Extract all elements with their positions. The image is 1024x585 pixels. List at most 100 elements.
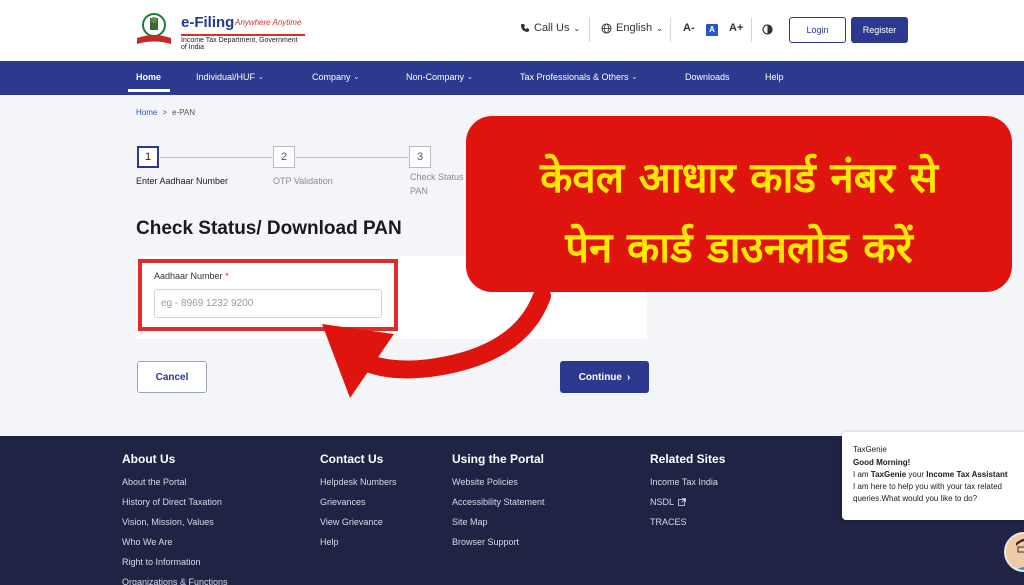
footer-link[interactable]: Helpdesk Numbers [320, 477, 397, 487]
footer-link[interactable]: TRACES [650, 517, 725, 527]
footer-column-related: Related Sites Income Tax India NSDL TRAC… [650, 452, 725, 537]
header-divider [670, 18, 671, 42]
step-1-label: Enter Aadhaar Number [136, 176, 229, 186]
chevron-down-icon: ⌄ [467, 74, 473, 81]
language-selector[interactable]: English ⌄ [601, 22, 663, 34]
footer-link[interactable]: View Grievance [320, 517, 397, 527]
chat-text: I am [853, 470, 871, 479]
breadcrumb-current: e-PAN [172, 108, 195, 117]
chevron-down-icon: ⌄ [353, 74, 360, 81]
nav-label: Home [136, 72, 162, 82]
chat-greeting: Good Morning! [853, 458, 911, 467]
step-3-label-line1: Check Status [410, 172, 464, 182]
chat-message-line: queries.What would you like to do? [853, 494, 978, 503]
logo-tagline: Anywhere Anytime [235, 18, 302, 27]
footer-heading: Contact Us [320, 452, 384, 466]
breadcrumb: Home > e-PAN [136, 108, 195, 117]
continue-button[interactable]: Continue › [560, 361, 649, 393]
nav-item-help[interactable]: Help [765, 72, 784, 82]
chat-bot-role: Income Tax Assistant [926, 470, 1008, 479]
footer-heading: Related Sites [650, 452, 726, 466]
step-connector [296, 157, 408, 158]
nav-item-tax-professionals[interactable]: Tax Professionals & Others ⌄ [520, 72, 637, 82]
footer-link[interactable]: Website Policies [452, 477, 545, 487]
font-decrease-button[interactable]: A- [683, 22, 695, 34]
footer-link[interactable]: Help [320, 537, 397, 547]
chat-text: your [906, 470, 927, 479]
call-us-menu[interactable]: Call Us ⌄ [520, 22, 580, 34]
globe-icon [601, 23, 612, 33]
external-link-icon [678, 498, 686, 506]
nav-label: Help [765, 72, 784, 82]
continue-label: Continue [578, 371, 622, 383]
contrast-icon[interactable] [762, 24, 773, 35]
required-marker: * [225, 271, 229, 281]
nav-item-non-company[interactable]: Non-Company ⌄ [406, 72, 473, 82]
chevron-down-icon: ⌄ [258, 74, 264, 81]
footer-link[interactable]: Grievances [320, 497, 397, 507]
step-1-indicator: 1 [137, 146, 159, 168]
footer-link[interactable]: Income Tax India [650, 477, 725, 487]
footer-link[interactable]: Right to Information [122, 557, 228, 567]
step-2-indicator: 2 [273, 146, 295, 168]
red-arrow-icon [322, 287, 551, 398]
footer-link-label: NSDL [650, 497, 675, 507]
promo-banner: केवल आधार कार्ड नंबर से पेन कार्ड डाउनलो… [466, 116, 1012, 292]
register-button[interactable]: Register [851, 17, 908, 43]
chevron-down-icon: ⌄ [656, 23, 663, 33]
step-connector [160, 157, 272, 158]
chat-message-line: I am TaxGenie your Income Tax Assistant [853, 470, 1024, 479]
top-header: e-Filing Anywhere Anytime Income Tax Dep… [0, 0, 1024, 61]
footer-link-nsdl[interactable]: NSDL [650, 497, 725, 507]
footer-heading: About Us [122, 452, 176, 466]
step-3-indicator: 3 [409, 146, 431, 168]
chevron-down-icon: ⌄ [631, 74, 638, 81]
nav-item-home[interactable]: Home [136, 72, 161, 82]
footer-link[interactable]: About the Portal [122, 477, 228, 487]
font-normal-button[interactable]: A [706, 24, 718, 36]
login-button[interactable]: Login [789, 17, 846, 43]
header-divider [589, 18, 590, 42]
nav-item-company[interactable]: Company ⌄ [312, 72, 359, 82]
footer-link[interactable]: Browser Support [452, 537, 545, 547]
breadcrumb-home-link[interactable]: Home [136, 108, 157, 117]
banner-line-2: पेन कार्ड डाउनलोड करें [565, 223, 913, 272]
nav-label: Individual/HUF [196, 72, 256, 82]
chevron-right-icon: › [626, 371, 631, 383]
footer-heading: Using the Portal [452, 452, 545, 466]
aadhaar-label-text: Aadhaar Number [154, 271, 223, 281]
efiling-logo[interactable]: e-Filing Anywhere Anytime Income Tax Dep… [135, 12, 305, 51]
footer-link[interactable]: Accessibility Statement [452, 497, 545, 507]
font-increase-button[interactable]: A+ [729, 22, 743, 34]
breadcrumb-separator: > [162, 108, 168, 117]
footer-column-portal: Using the Portal Website Policies Access… [452, 452, 545, 557]
emblem-icon [137, 13, 171, 44]
step-2-label: OTP Validation [273, 176, 333, 186]
nav-item-downloads[interactable]: Downloads [685, 72, 730, 82]
nav-label: Company [312, 72, 351, 82]
logo-subtitle: Income Tax Department, Government of Ind… [181, 34, 305, 51]
main-nav: Home Individual/HUF ⌄ Company ⌄ Non-Compan… [0, 61, 1024, 95]
cancel-button[interactable]: Cancel [137, 361, 207, 393]
chat-message-line: I am here to help you with your tax rela… [853, 482, 1002, 491]
chat-title: TaxGenie [853, 445, 887, 454]
banner-line-1: केवल आधार कार्ड नंबर से [540, 153, 938, 202]
taxgenie-chat-popup[interactable]: TaxGenie Good Morning! I am TaxGenie you… [842, 432, 1024, 520]
footer-link[interactable]: Organizations & Functions [122, 577, 228, 585]
call-us-label: Call Us [534, 22, 570, 34]
page-title: Check Status/ Download PAN [136, 218, 402, 239]
footer-link[interactable]: Vision, Mission, Values [122, 517, 228, 527]
footer-link[interactable]: Who We Are [122, 537, 228, 547]
footer-link[interactable]: History of Direct Taxation [122, 497, 228, 507]
footer-link[interactable]: Site Map [452, 517, 545, 527]
phone-icon [521, 24, 529, 32]
nav-item-individual-huf[interactable]: Individual/HUF ⌄ [196, 72, 264, 82]
chevron-down-icon: ⌄ [573, 23, 581, 33]
nav-label: Downloads [685, 72, 730, 82]
chat-bot-name: TaxGenie [870, 470, 907, 479]
logo-title: e-Filing [181, 14, 235, 31]
nav-label: Non-Company [406, 72, 465, 82]
step-3-label-line2: PAN [410, 186, 428, 196]
header-divider [751, 18, 752, 42]
footer-column-contact: Contact Us Helpdesk Numbers Grievances V… [320, 452, 397, 557]
